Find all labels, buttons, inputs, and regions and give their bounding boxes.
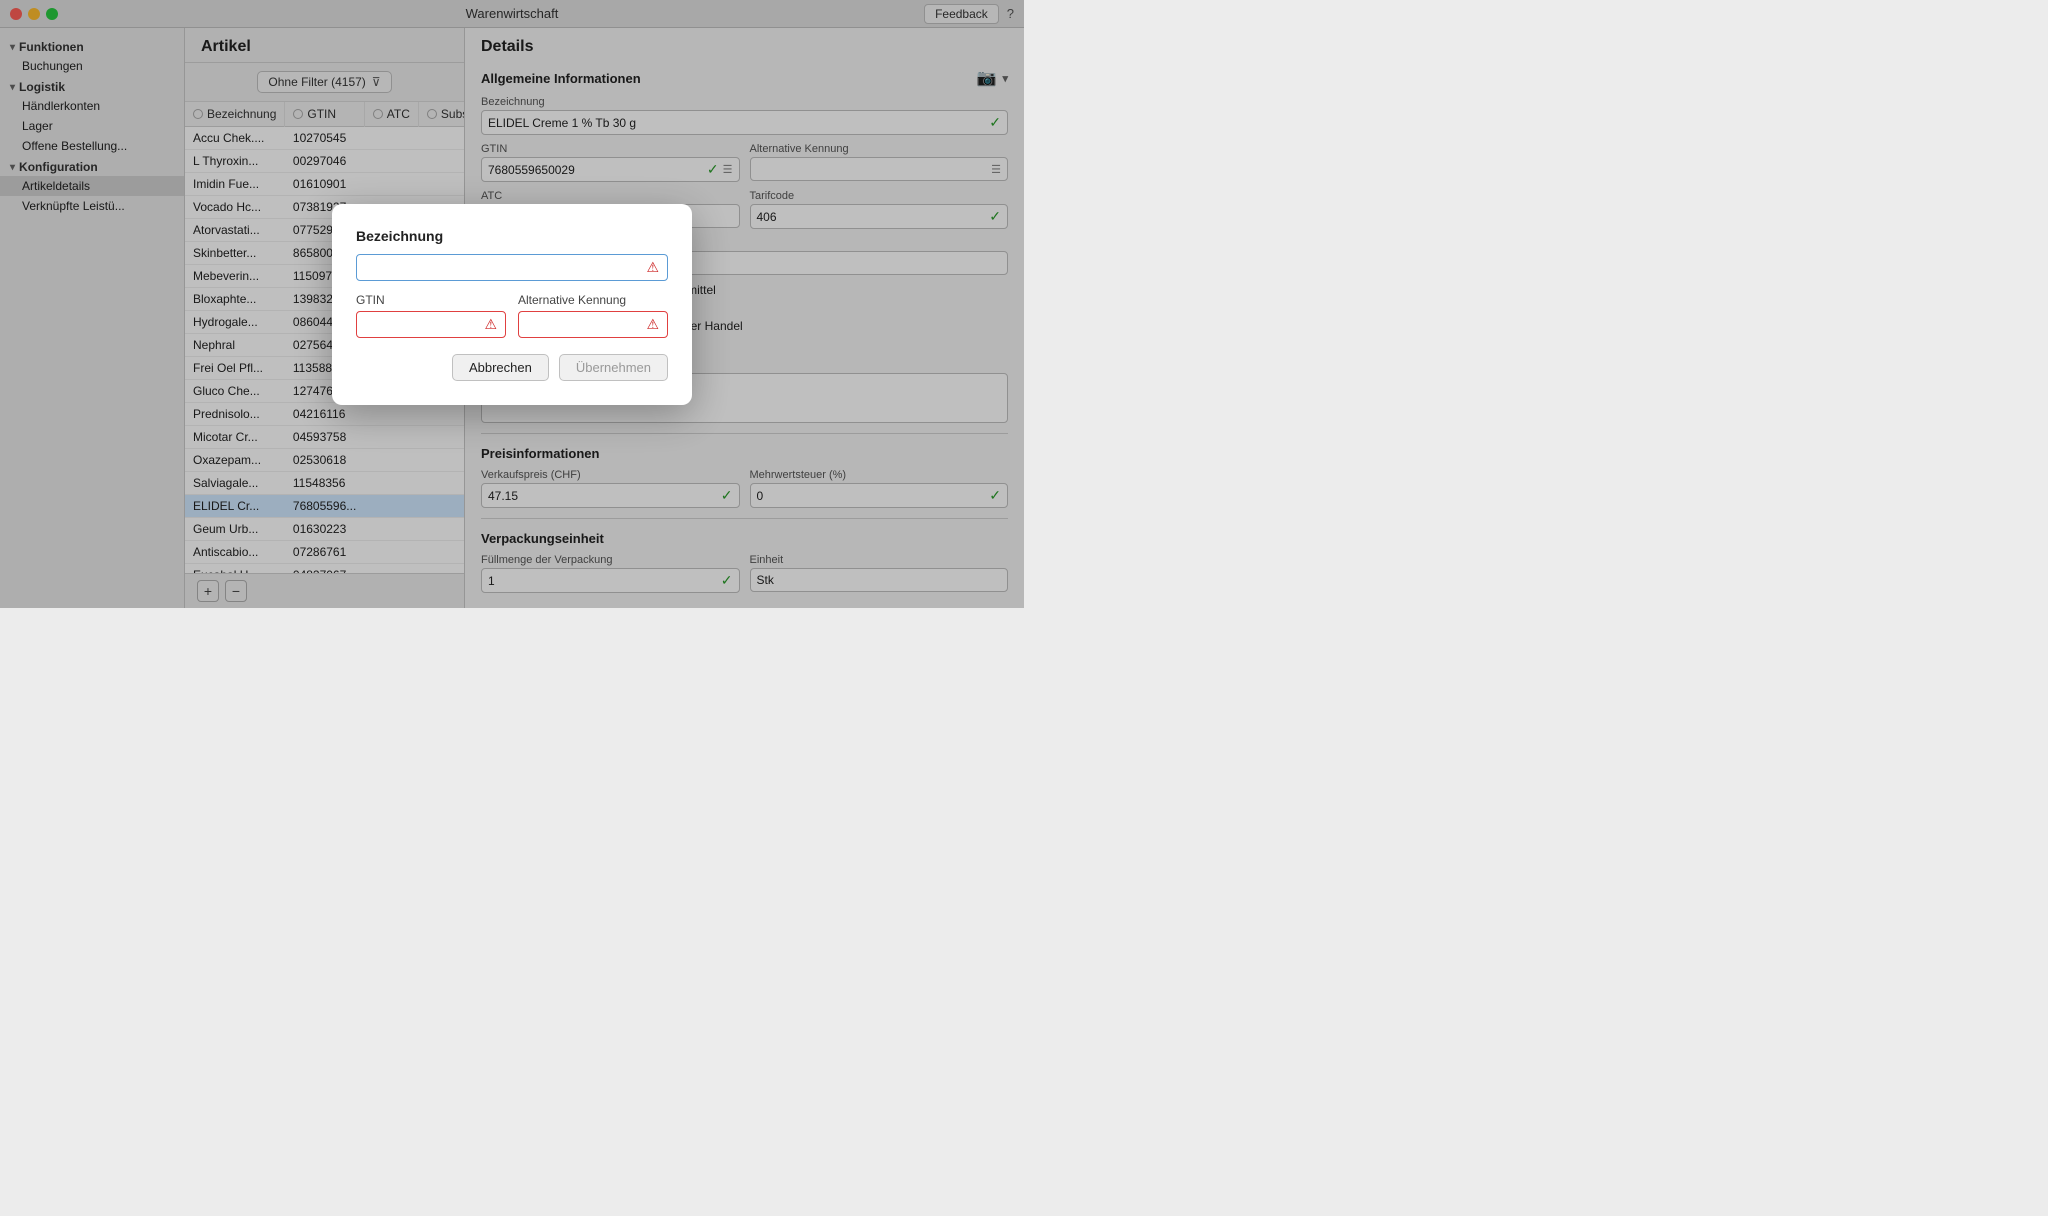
modal-title: Bezeichnung [356,228,668,244]
modal-col-gtin: GTIN ⚠ [356,293,506,338]
cancel-button[interactable]: Abbrechen [452,354,549,381]
modal-altkennung-label: Alternative Kennung [518,293,668,307]
warn-icon: ⚠ [484,316,497,333]
warn-icon: ⚠ [646,259,659,276]
modal-buttons: Abbrechen Übernehmen [356,354,668,381]
modal-col-altkennung: Alternative Kennung ⚠ [518,293,668,338]
modal-altkennung-input[interactable]: ⚠ [518,311,668,338]
confirm-button[interactable]: Übernehmen [559,354,668,381]
modal-gtin-label: GTIN [356,293,506,307]
modal-dialog: Bezeichnung ⚠ GTIN ⚠ Alternative Kennung… [332,204,692,405]
modal-bezeichnung-input[interactable]: ⚠ [356,254,668,281]
warn-icon: ⚠ [646,316,659,333]
modal-gtin-altkennung-row: GTIN ⚠ Alternative Kennung ⚠ [356,293,668,338]
modal-overlay[interactable]: Bezeichnung ⚠ GTIN ⚠ Alternative Kennung… [0,0,1024,608]
modal-gtin-input[interactable]: ⚠ [356,311,506,338]
modal-field-bezeichnung: ⚠ [356,254,668,281]
